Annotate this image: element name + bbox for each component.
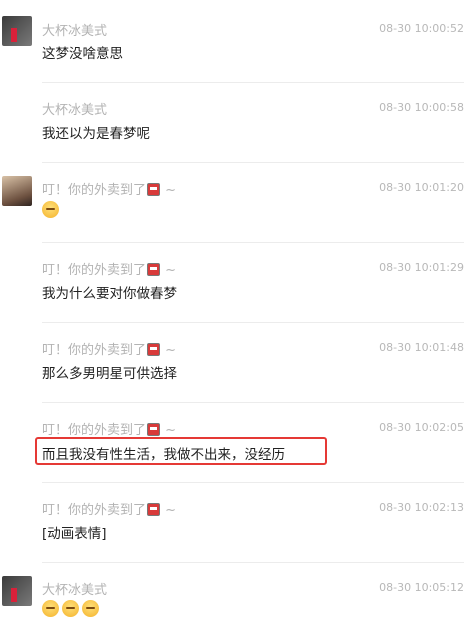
message-text[interactable]: [动画表情] xyxy=(42,522,107,542)
takeout-box-icon xyxy=(147,423,161,436)
sender-name-text: 叮！你的外卖到了 xyxy=(42,423,147,438)
name-suffix: ~ xyxy=(165,503,177,518)
name-suffix: ~ xyxy=(165,343,177,358)
timestamp: 08-30 10:00:58 xyxy=(379,101,464,114)
divider xyxy=(42,162,464,163)
sender-name: 大杯冰美式 xyxy=(42,583,108,598)
sender-name: 叮！你的外卖到了 ~ xyxy=(42,259,176,278)
divider xyxy=(42,322,464,323)
name-suffix: ~ xyxy=(165,183,177,198)
avatar-dabeibingmeishi[interactable] xyxy=(2,576,32,606)
message-text: 那么多男明星可供选择 xyxy=(42,366,177,382)
sender-name: 叮！你的外卖到了 ~ xyxy=(42,419,176,438)
name-suffix: ~ xyxy=(165,263,177,278)
divider xyxy=(42,242,464,243)
relieved-face-icon xyxy=(82,600,99,617)
timestamp: 08-30 10:02:13 xyxy=(379,501,464,514)
takeout-box-icon xyxy=(147,263,161,276)
sender-name-text: 叮！你的外卖到了 xyxy=(42,263,147,278)
timestamp: 08-30 10:01:48 xyxy=(379,341,464,354)
sender-name: 大杯冰美式 xyxy=(42,103,108,118)
message-text: 我为什么要对你做春梦 xyxy=(42,286,177,302)
timestamp: 08-30 10:01:29 xyxy=(379,261,464,274)
avatar-dingwaimai[interactable] xyxy=(2,176,32,206)
divider xyxy=(42,82,464,83)
divider xyxy=(42,402,464,403)
relieved-face-icon xyxy=(62,600,79,617)
timestamp: 08-30 10:00:52 xyxy=(379,22,464,35)
highlight-box xyxy=(35,437,327,465)
sender-name: 叮！你的外卖到了 ~ xyxy=(42,499,176,518)
sender-name-text: 叮！你的外卖到了 xyxy=(42,343,147,358)
relieved-face-icon xyxy=(42,600,59,617)
timestamp: 08-30 10:05:12 xyxy=(379,581,464,594)
sleeping-face-icon xyxy=(42,201,59,218)
sender-name: 叮！你的外卖到了 ~ xyxy=(42,339,176,358)
takeout-box-icon xyxy=(147,183,161,196)
timestamp: 08-30 10:01:20 xyxy=(379,181,464,194)
message-emoji xyxy=(42,600,102,617)
timestamp: 08-30 10:02:05 xyxy=(379,421,464,434)
divider xyxy=(42,562,464,563)
sender-name: 叮！你的外卖到了 ~ xyxy=(42,179,176,198)
message-text: 这梦没啥意思 xyxy=(42,46,123,62)
divider xyxy=(42,482,464,483)
message-emoji xyxy=(42,201,62,218)
name-suffix: ~ xyxy=(165,423,177,438)
sender-name-text: 叮！你的外卖到了 xyxy=(42,503,147,518)
avatar-dabeibingmeishi[interactable] xyxy=(2,16,32,46)
message-text: 我还以为是春梦呢 xyxy=(42,126,150,142)
sender-name: 大杯冰美式 xyxy=(42,24,108,39)
sender-name-text: 叮！你的外卖到了 xyxy=(42,183,147,198)
takeout-box-icon xyxy=(147,503,161,516)
takeout-box-icon xyxy=(147,343,161,356)
